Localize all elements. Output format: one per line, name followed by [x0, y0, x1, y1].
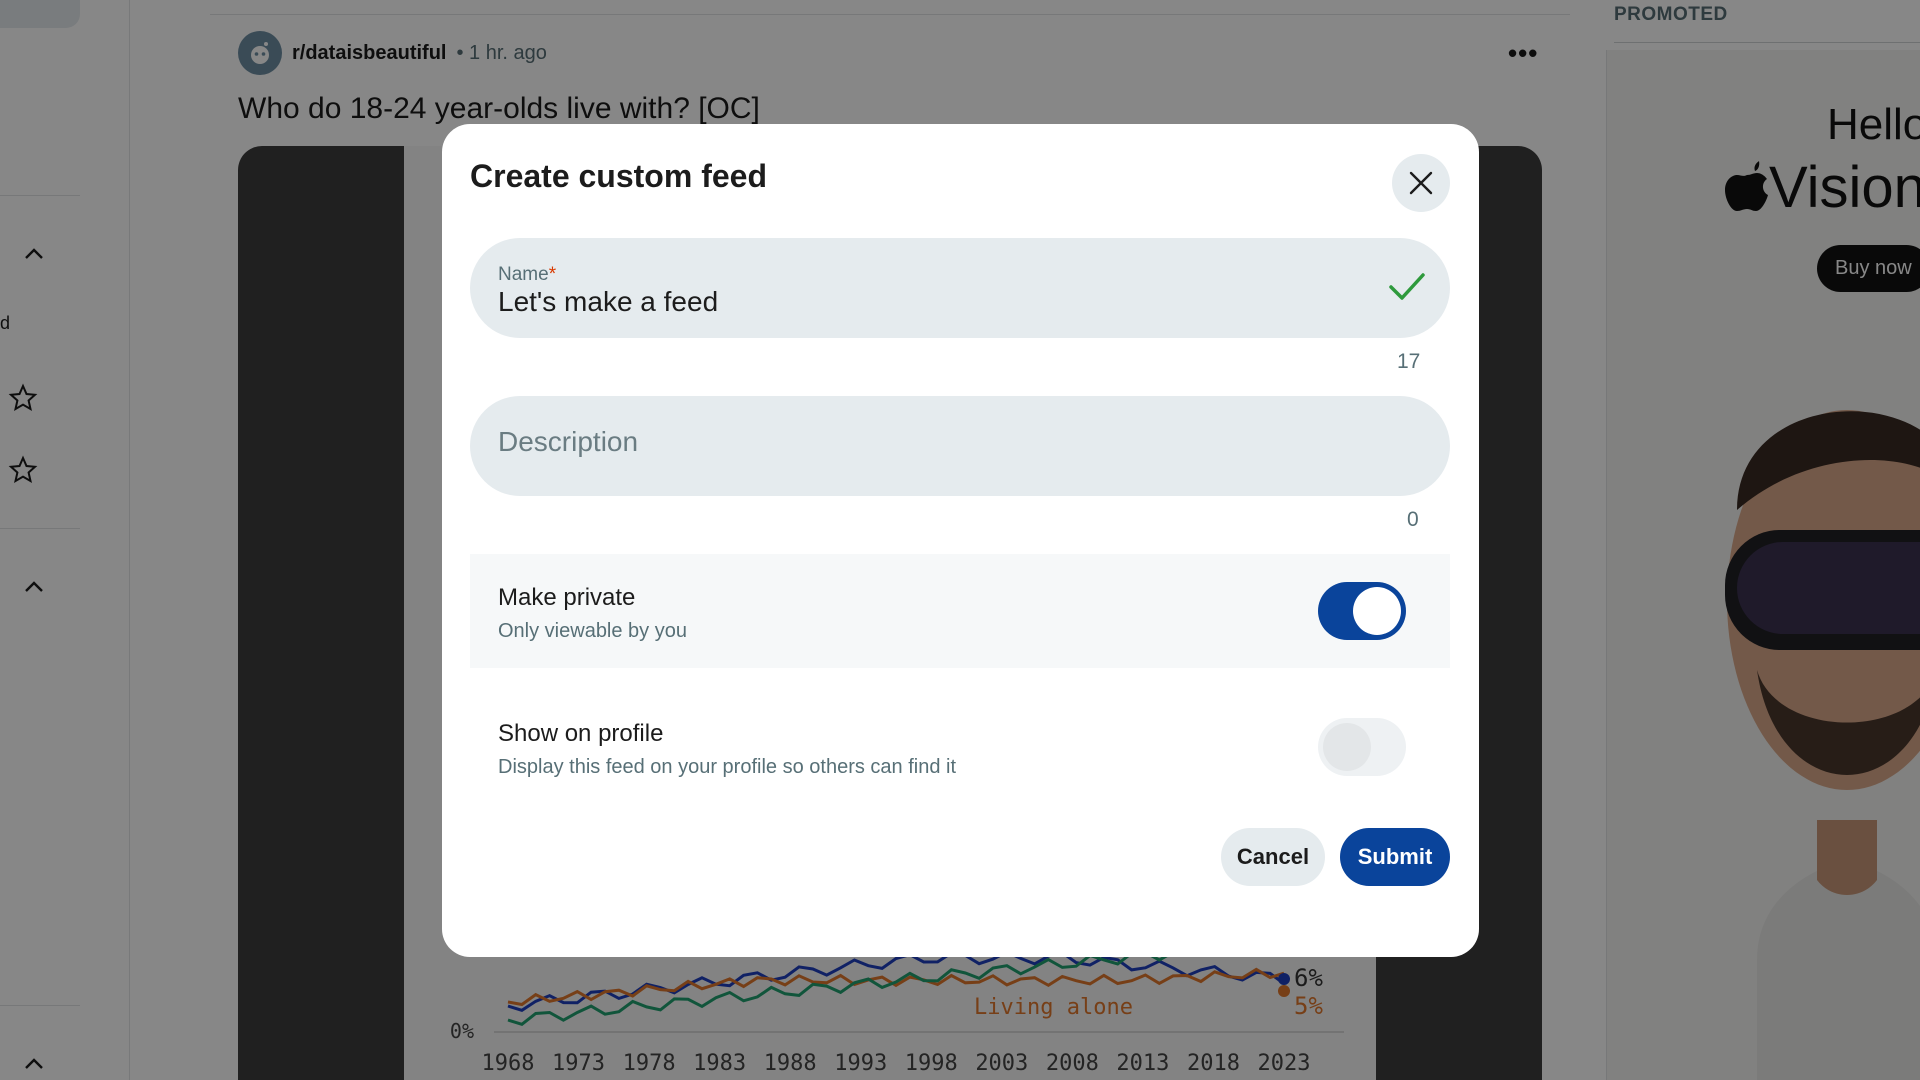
close-button[interactable] — [1392, 154, 1450, 212]
make-private-title: Make private — [498, 584, 636, 611]
name-char-count: 17 — [1397, 350, 1421, 373]
show-on-profile-toggle[interactable] — [1318, 718, 1406, 776]
name-input-value[interactable]: Let's make a feed — [498, 286, 718, 318]
submit-button[interactable]: Submit — [1340, 828, 1450, 886]
create-custom-feed-dialog: Create custom feed Name* Let's make a fe… — [442, 124, 1479, 957]
make-private-row[interactable]: Make private Only viewable by you — [470, 554, 1450, 668]
description-char-count: 0 — [1407, 508, 1419, 531]
name-field[interactable]: Name* Let's make a feed — [470, 238, 1450, 338]
description-field[interactable]: Description — [470, 396, 1450, 496]
toggle-knob — [1323, 723, 1371, 771]
cancel-button[interactable]: Cancel — [1221, 828, 1325, 886]
show-on-profile-title: Show on profile — [498, 720, 664, 747]
make-private-toggle[interactable] — [1318, 582, 1406, 640]
show-on-profile-subtitle: Display this feed on your profile so oth… — [498, 756, 957, 778]
description-placeholder[interactable]: Description — [498, 426, 638, 458]
dialog-title: Create custom feed — [470, 158, 767, 194]
check-icon — [1389, 273, 1425, 300]
toggle-knob — [1353, 587, 1401, 635]
make-private-subtitle: Only viewable by you — [498, 620, 687, 642]
show-on-profile-row[interactable]: Show on profile Display this feed on you… — [470, 690, 1450, 804]
close-icon — [1409, 171, 1433, 195]
name-field-label: Name* — [498, 264, 557, 285]
